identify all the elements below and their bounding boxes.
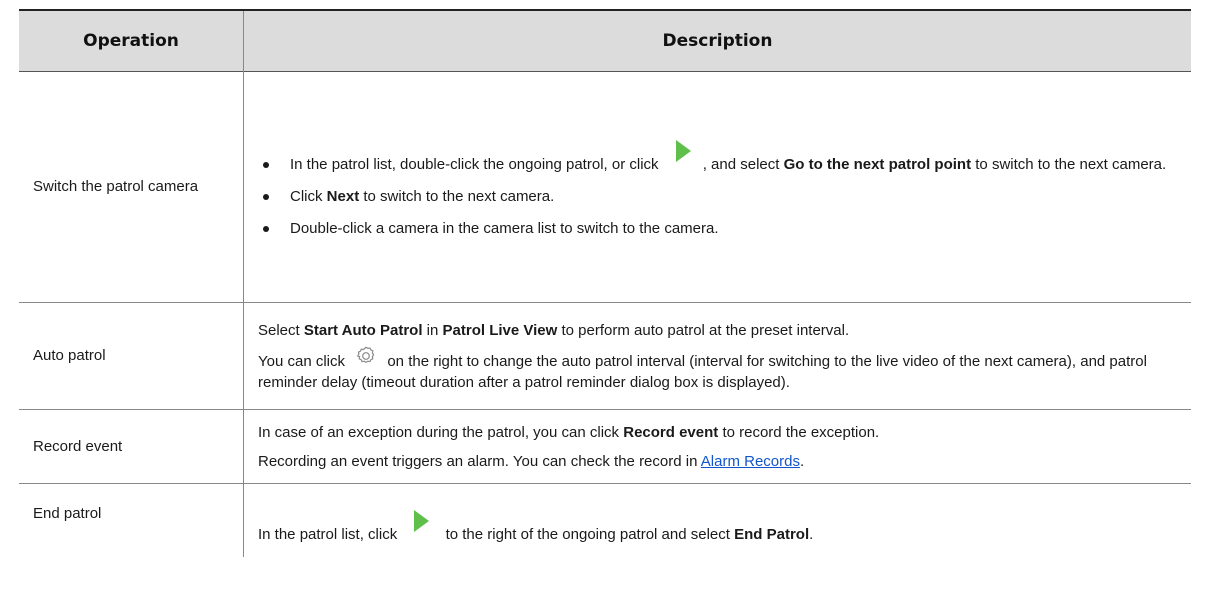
description-paragraph: Select Start Auto Patrol in Patrol Live … [258,320,1181,341]
description-paragraph: You can click on the right to change the… [258,346,1181,393]
text: Recording an event triggers an alarm. Yo… [258,452,698,470]
bullet-text: to switch to the next camera. [975,155,1167,173]
text: Select [258,321,300,339]
operation-cell: End patrol [19,483,244,557]
bullet-text: Click [290,187,323,205]
bullet-text: Double-click a camera in the camera list… [290,219,719,237]
table-row: End patrol In the patrol list, click to … [19,483,1192,557]
play-icon [663,139,703,169]
bullet-item: Click Next to switch to the next camera. [258,186,1181,207]
operation-cell: Switch the patrol camera [19,71,244,303]
ui-label-go-next: Go to the next patrol point [783,155,972,173]
table-row: Switch the patrol camera In the patrol l… [19,71,1192,303]
ui-label-next: Next [326,187,360,205]
text: In case of an exception during the patro… [258,423,620,441]
text: to perform auto patrol at the preset int… [561,321,850,339]
bullet-item: In the patrol list, double-click the ong… [258,139,1181,175]
operation-cell: Record event [19,409,244,484]
header-operation: Operation [19,10,244,72]
bullet-text: , and select [702,155,780,173]
text: You can click [258,352,345,370]
ui-label-record-event: Record event [623,423,719,441]
table-row: Auto patrol Select Start Auto Patrol in … [19,302,1192,410]
play-icon [401,510,441,539]
bullet-item: Double-click a camera in the camera list… [258,218,1181,239]
operation-cell: Auto patrol [19,302,244,410]
bullet-text: to switch to the next camera. [363,187,555,205]
text: . [799,452,805,470]
description-paragraph: In case of an exception during the patro… [258,422,1181,443]
table-header-row: Operation Description [19,10,1191,72]
description-paragraph: In the patrol list, click to the right o… [258,510,1181,545]
description-paragraph: Recording an event triggers an alarm. Yo… [258,451,1181,472]
text: to record the exception. [722,423,880,441]
text: on the right to change the auto patrol i… [258,352,1147,391]
header-description: Description [243,10,1191,72]
description-cell: In the patrol list, click to the right o… [244,484,1192,557]
text: to the right of the ongoing patrol and s… [445,526,730,543]
description-cell: Select Start Auto Patrol in Patrol Live … [244,303,1192,410]
table-row: Record event In case of an exception dur… [19,409,1192,484]
text: in [426,321,439,339]
operations-table: Operation Description Switch the patrol … [19,9,1191,557]
text: . [809,526,814,543]
ui-label-patrol-live-view: Patrol Live View [442,321,558,339]
gear-icon [349,346,383,366]
description-cell: In the patrol list, double-click the ong… [244,72,1192,303]
alarm-records-link[interactable]: Alarm Records [701,453,800,470]
ui-label-start-auto-patrol: Start Auto Patrol [303,321,423,339]
bullet-text: In the patrol list, double-click the ong… [290,155,659,173]
ui-label-end-patrol: End Patrol [734,526,810,543]
description-cell: In case of an exception during the patro… [244,410,1192,484]
bullet-list: In the patrol list, double-click the ong… [258,139,1181,239]
text: In the patrol list, click [258,526,398,543]
